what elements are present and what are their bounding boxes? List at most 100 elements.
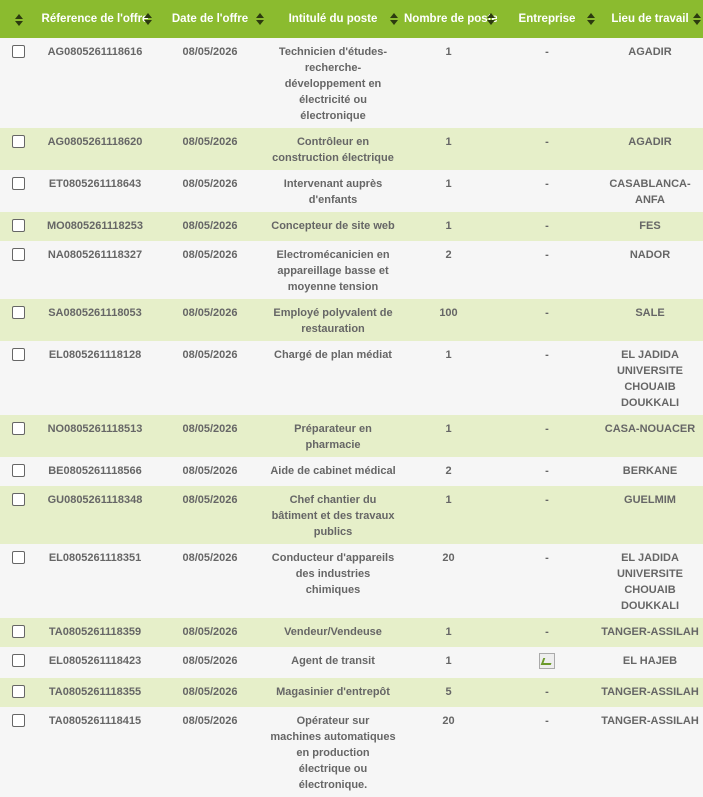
row-checkbox[interactable]	[11, 714, 25, 727]
reference-cell: GU0805261118348	[36, 486, 154, 544]
header-company-label: Entreprise	[518, 13, 576, 25]
row-select-cell[interactable]	[0, 38, 36, 128]
row-select-cell[interactable]	[0, 415, 36, 457]
row-checkbox[interactable]	[11, 135, 25, 148]
row-select-cell[interactable]	[0, 212, 36, 241]
row-select-cell[interactable]	[0, 128, 36, 170]
location-cell: AGADIR	[597, 128, 703, 170]
row-checkbox[interactable]	[11, 248, 25, 261]
table-row[interactable]: ET0805261118643 08/05/2026 Intervenant a…	[0, 170, 703, 212]
row-select-cell[interactable]	[0, 544, 36, 618]
location-cell: CASA-NOUACER	[597, 415, 703, 457]
table-row[interactable]: TA0805261118355 08/05/2026 Magasinier d'…	[0, 678, 703, 707]
company-cell: -	[497, 341, 597, 415]
table-row[interactable]: TA0805261118359 08/05/2026 Vendeur/Vende…	[0, 618, 703, 647]
row-checkbox[interactable]	[11, 493, 25, 506]
table-row[interactable]: AG0805261118620 08/05/2026 Contrôleur en…	[0, 128, 703, 170]
header-title[interactable]: Intitulé du poste	[266, 0, 400, 38]
title-cell: Technicien d'études-recherche-développem…	[266, 38, 400, 128]
company-cell: -	[497, 212, 597, 241]
table-row[interactable]: NO0805261118513 08/05/2026 Préparateur e…	[0, 415, 703, 457]
table-row[interactable]: EL0805261118351 08/05/2026 Conducteur d'…	[0, 544, 703, 618]
company-cell: -	[497, 457, 597, 486]
count-cell: 2	[400, 457, 497, 486]
sort-icon[interactable]	[144, 13, 152, 25]
header-date[interactable]: Date de l'offre	[154, 0, 266, 38]
location-cell: NADOR	[597, 241, 703, 299]
reference-cell: TA0805261118415	[36, 707, 154, 797]
count-cell: 1	[400, 128, 497, 170]
location-cell: BERKANE	[597, 457, 703, 486]
date-cell: 08/05/2026	[154, 299, 266, 341]
count-cell: 1	[400, 38, 497, 128]
sort-icon[interactable]	[390, 13, 398, 25]
row-select-cell[interactable]	[0, 170, 36, 212]
table-row[interactable]: SA0805261118053 08/05/2026 Employé polyv…	[0, 299, 703, 341]
table-row[interactable]: NA0805261118327 08/05/2026 Electromécani…	[0, 241, 703, 299]
row-checkbox[interactable]	[11, 177, 25, 190]
table-row[interactable]: EL0805261118128 08/05/2026 Chargé de pla…	[0, 341, 703, 415]
count-cell: 2	[400, 241, 497, 299]
sort-icon[interactable]	[587, 13, 595, 25]
row-checkbox[interactable]	[11, 306, 25, 319]
table-row[interactable]: TA0805261118415 08/05/2026 Opérateur sur…	[0, 707, 703, 797]
reference-cell: TA0805261118359	[36, 618, 154, 647]
row-checkbox[interactable]	[11, 654, 25, 667]
header-location[interactable]: Lieu de travail	[597, 0, 703, 38]
count-cell: 20	[400, 707, 497, 797]
location-cell: TANGER-ASSILAH	[597, 618, 703, 647]
header-select[interactable]	[0, 0, 36, 38]
row-select-cell[interactable]	[0, 486, 36, 544]
sort-icon[interactable]	[487, 13, 495, 25]
header-title-label: Intitulé du poste	[288, 13, 378, 25]
title-cell: Conducteur d'appareils des industries ch…	[266, 544, 400, 618]
row-checkbox[interactable]	[11, 464, 25, 477]
count-cell: 1	[400, 647, 497, 678]
row-select-cell[interactable]	[0, 299, 36, 341]
row-select-cell[interactable]	[0, 678, 36, 707]
row-checkbox[interactable]	[11, 422, 25, 435]
row-checkbox[interactable]	[11, 348, 25, 361]
sort-icon[interactable]	[693, 13, 701, 25]
date-cell: 08/05/2026	[154, 415, 266, 457]
location-cell: GUELMIM	[597, 486, 703, 544]
reference-cell: EL0805261118128	[36, 341, 154, 415]
row-checkbox[interactable]	[11, 625, 25, 638]
count-cell: 1	[400, 486, 497, 544]
row-select-cell[interactable]	[0, 341, 36, 415]
location-cell: SALE	[597, 299, 703, 341]
company-cell: -	[497, 486, 597, 544]
company-cell	[497, 647, 597, 678]
title-cell: Concepteur de site web	[266, 212, 400, 241]
company-cell: -	[497, 678, 597, 707]
row-select-cell[interactable]	[0, 647, 36, 678]
row-checkbox[interactable]	[11, 551, 25, 564]
header-company[interactable]: Entreprise	[497, 0, 597, 38]
table-row[interactable]: EL0805261118423 08/05/2026 Agent de tran…	[0, 647, 703, 678]
row-checkbox[interactable]	[11, 219, 25, 232]
sort-icon[interactable]	[14, 13, 23, 26]
row-select-cell[interactable]	[0, 707, 36, 797]
table-row[interactable]: MO0805261118253 08/05/2026 Concepteur de…	[0, 212, 703, 241]
reference-cell: MO0805261118253	[36, 212, 154, 241]
table-row[interactable]: GU0805261118348 08/05/2026 Chef chantier…	[0, 486, 703, 544]
count-cell: 1	[400, 212, 497, 241]
date-cell: 08/05/2026	[154, 212, 266, 241]
header-reference-label: Réference de l'offre	[41, 13, 149, 25]
reference-cell: AG0805261118616	[36, 38, 154, 128]
row-select-cell[interactable]	[0, 457, 36, 486]
company-cell: -	[497, 170, 597, 212]
title-cell: Electromécanicien en appareillage basse …	[266, 241, 400, 299]
row-select-cell[interactable]	[0, 618, 36, 647]
company-cell: -	[497, 415, 597, 457]
row-checkbox[interactable]	[11, 685, 25, 698]
table-row[interactable]: BE0805261118566 08/05/2026 Aide de cabin…	[0, 457, 703, 486]
header-count[interactable]: Nombre de postes	[400, 0, 497, 38]
row-checkbox[interactable]	[11, 45, 25, 58]
location-cell: AGADIR	[597, 38, 703, 128]
table-row[interactable]: AG0805261118616 08/05/2026 Technicien d'…	[0, 38, 703, 128]
title-cell: Préparateur en pharmacie	[266, 415, 400, 457]
header-reference[interactable]: Réference de l'offre	[36, 0, 154, 38]
row-select-cell[interactable]	[0, 241, 36, 299]
sort-icon[interactable]	[256, 13, 264, 25]
